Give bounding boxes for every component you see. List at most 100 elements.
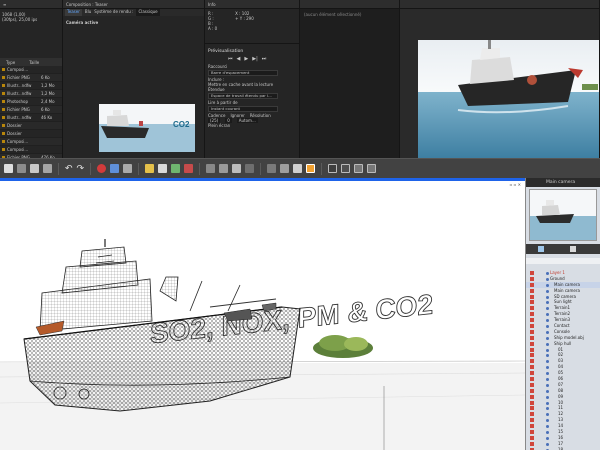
visibility-icon[interactable] bbox=[530, 271, 534, 275]
column-taille[interactable]: Taille bbox=[29, 60, 39, 65]
export-icon[interactable] bbox=[354, 164, 364, 173]
first-frame-icon[interactable]: ⏮ bbox=[228, 56, 233, 62]
panel-menu-icon[interactable]: ≡ bbox=[3, 2, 6, 7]
visibility-icon[interactable] bbox=[530, 412, 534, 417]
move-icon[interactable] bbox=[17, 164, 26, 173]
visibility-icon[interactable] bbox=[530, 288, 534, 293]
thumb-co2-text: CO2 bbox=[173, 120, 190, 129]
visibility-icon[interactable] bbox=[530, 359, 534, 364]
project-item[interactable]: Composi... bbox=[0, 138, 62, 146]
play-from-dropdown[interactable]: Instant courant bbox=[208, 106, 278, 112]
project-item[interactable]: Dossier bbox=[0, 130, 62, 138]
wire-icon[interactable] bbox=[267, 164, 277, 173]
visibility-icon[interactable] bbox=[530, 329, 534, 334]
texture-icon[interactable] bbox=[293, 164, 303, 173]
project-item[interactable]: Illustr...ndfw 1,2 Mo bbox=[0, 90, 62, 98]
layer-icon[interactable] bbox=[538, 246, 544, 252]
scene-tree: Layer 1 Ground Main camera Main camera SD ca… bbox=[526, 270, 600, 450]
project-item[interactable]: Fichier PNG 6 Ko bbox=[0, 74, 62, 82]
terrain-icon[interactable] bbox=[171, 164, 181, 173]
fullscreen-checkbox[interactable]: Plein écran bbox=[208, 123, 296, 128]
copy-icon[interactable] bbox=[30, 164, 39, 173]
prev-frame-icon[interactable]: ◀ bbox=[237, 56, 241, 62]
select-icon[interactable] bbox=[4, 164, 13, 173]
tab-teaser[interactable]: Teaser bbox=[65, 9, 82, 16]
visibility-icon[interactable] bbox=[530, 312, 534, 317]
zoom-icon[interactable] bbox=[206, 164, 216, 173]
visibility-icon[interactable] bbox=[530, 430, 534, 435]
visibility-icon[interactable] bbox=[530, 406, 534, 411]
visibility-icon[interactable] bbox=[530, 324, 534, 329]
info-title: Info bbox=[208, 1, 216, 7]
project-item[interactable]: Composi... bbox=[0, 146, 62, 154]
rotate-icon[interactable] bbox=[232, 164, 242, 173]
visibility-icon[interactable] bbox=[530, 371, 534, 376]
grid-icon[interactable] bbox=[123, 164, 133, 173]
redo-icon[interactable]: ↷ bbox=[77, 164, 85, 174]
play-icon[interactable]: ▶ bbox=[244, 56, 248, 62]
item-color-icon bbox=[2, 76, 5, 79]
visibility-icon[interactable] bbox=[530, 394, 534, 399]
last-frame-icon[interactable]: ⏭ bbox=[262, 56, 267, 62]
pan-icon[interactable] bbox=[219, 164, 229, 173]
resolution-value[interactable]: Autom... bbox=[236, 118, 258, 123]
visibility-icon[interactable] bbox=[530, 318, 534, 323]
project-item[interactable]: Illustr...ndfw 46 Ko bbox=[0, 114, 62, 122]
visibility-icon[interactable] bbox=[530, 282, 534, 287]
visibility-icon[interactable] bbox=[530, 435, 534, 440]
visibility-icon[interactable] bbox=[530, 353, 534, 358]
visibility-icon[interactable] bbox=[530, 388, 534, 393]
settings-icon[interactable] bbox=[367, 164, 377, 173]
visibility-icon[interactable] bbox=[530, 377, 534, 382]
visibility-icon[interactable] bbox=[530, 365, 534, 370]
scene-tree-label: Contact bbox=[554, 323, 570, 329]
project-item[interactable]: Illustr...ndfw 1,2 Mo bbox=[0, 82, 62, 90]
visibility-icon[interactable] bbox=[530, 294, 534, 299]
visibility-icon[interactable] bbox=[530, 276, 534, 281]
range-dropdown[interactable]: Espace de travail étendu par l... bbox=[208, 93, 278, 99]
visibility-icon[interactable] bbox=[530, 441, 534, 446]
visibility-icon[interactable] bbox=[530, 347, 534, 352]
object-icon[interactable] bbox=[570, 246, 576, 252]
visibility-icon[interactable] bbox=[530, 382, 534, 387]
visibility-icon[interactable] bbox=[530, 341, 534, 346]
item-name: Dossier bbox=[7, 123, 22, 128]
record-icon[interactable] bbox=[97, 164, 107, 173]
ae-workspace: ≡ 1068 (1,00) (30fps), 25,00 ips Type Ta… bbox=[0, 0, 600, 158]
visibility-icon[interactable] bbox=[530, 306, 534, 311]
visibility-icon[interactable] bbox=[530, 335, 534, 340]
node-type-icon bbox=[546, 342, 549, 346]
film-icon[interactable] bbox=[328, 164, 338, 173]
palette-icon[interactable] bbox=[184, 164, 194, 173]
visibility-icon[interactable] bbox=[530, 400, 534, 405]
shortcut-dropdown[interactable]: Barre d'espacement bbox=[208, 70, 278, 76]
visibility-icon[interactable] bbox=[530, 424, 534, 429]
main-toolbar: ↶ ↷ bbox=[0, 158, 600, 178]
render-system-value[interactable]: Classique bbox=[136, 9, 160, 16]
scene-tree-label: 09 bbox=[558, 393, 564, 399]
solid-icon[interactable] bbox=[280, 164, 290, 173]
visibility-icon[interactable] bbox=[530, 418, 534, 423]
fit-icon[interactable] bbox=[245, 164, 255, 173]
light-icon[interactable] bbox=[145, 164, 155, 173]
project-item[interactable]: Fichier PNG 6 Ko bbox=[0, 106, 62, 114]
render-icon[interactable] bbox=[306, 164, 316, 173]
column-type[interactable]: Type bbox=[6, 60, 15, 65]
project-item[interactable]: Photoshop 2,4 Mo bbox=[0, 98, 62, 106]
timeline-icon[interactable] bbox=[341, 164, 351, 173]
item-name: Composi... bbox=[7, 147, 29, 152]
scene-tree-label: Terrain2 bbox=[554, 311, 571, 317]
tab-blu[interactable]: Blu bbox=[85, 9, 91, 16]
visibility-icon[interactable] bbox=[530, 300, 534, 305]
next-frame-icon[interactable]: ▶| bbox=[252, 56, 258, 62]
project-item[interactable]: Composi... bbox=[0, 66, 62, 74]
undo-icon[interactable]: ↶ bbox=[65, 164, 73, 174]
viewport-window-controls[interactable]: ▫ ▫ ✕ bbox=[510, 182, 521, 187]
project-item[interactable]: Dossier bbox=[0, 122, 62, 130]
item-color-icon bbox=[2, 116, 5, 119]
3d-viewport[interactable]: ▫ ▫ ✕ SO2, NOX, PM & CO2 bbox=[0, 181, 525, 450]
project-meta: 1068 (1,00) (30fps), 25,00 ips bbox=[0, 9, 62, 25]
camera-icon[interactable] bbox=[110, 164, 120, 173]
cube-icon[interactable] bbox=[158, 164, 168, 173]
paste-icon[interactable] bbox=[43, 164, 52, 173]
